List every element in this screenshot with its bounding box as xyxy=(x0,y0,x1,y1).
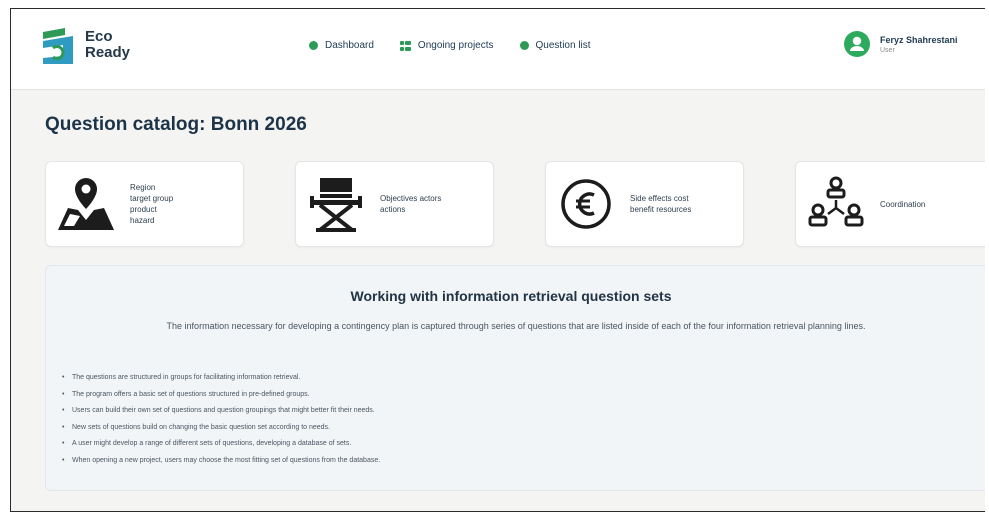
logo-text: Eco Ready xyxy=(85,29,130,61)
category-label: Region target group product hazard xyxy=(130,182,173,226)
main-nav: Dashboard Ongoing projects Question list xyxy=(309,40,591,51)
category-line: actions xyxy=(380,205,406,214)
category-line: benefit resources xyxy=(630,205,692,214)
info-panel: Working with information retrieval quest… xyxy=(45,265,985,491)
nav-label: Ongoing projects xyxy=(417,40,494,51)
top-header: Eco Ready Dashboard Ongoing projects Que… xyxy=(11,9,985,90)
user-name: Feryz Shahrestani xyxy=(880,34,958,45)
list-item: New sets of questions build on changing … xyxy=(60,420,380,437)
info-title: Working with information retrieval quest… xyxy=(350,288,672,304)
category-line: Region xyxy=(130,183,156,192)
eco-ready-logo-icon xyxy=(43,28,73,64)
category-label: Side effects cost benefit resources xyxy=(630,193,691,215)
location-map-icon xyxy=(58,178,114,230)
list-item: Users can build their own set of questio… xyxy=(60,403,380,420)
logo-line-ready: Ready xyxy=(85,44,131,61)
dot-icon xyxy=(309,41,318,50)
page-title: Question catalog: Bonn 2026 xyxy=(45,114,307,135)
user-avatar-icon xyxy=(844,31,870,57)
nav-dashboard[interactable]: Dashboard xyxy=(309,40,374,51)
list-item: When opening a new project, users may ch… xyxy=(60,453,380,470)
nav-label: Question list xyxy=(535,40,591,51)
category-line: target group xyxy=(130,194,174,203)
list-item: The questions are structured in groups f… xyxy=(60,370,380,387)
logo-line-eco: Eco xyxy=(85,28,113,45)
category-label: Objectives actors actions xyxy=(380,193,441,215)
category-card-side-effects[interactable]: Side effects cost benefit resources xyxy=(545,161,744,247)
category-line: Coordination xyxy=(880,199,926,209)
list-item: The program offers a basic set of questi… xyxy=(60,387,380,404)
nav-question-list[interactable]: Question list xyxy=(519,40,591,51)
category-card-region[interactable]: Region target group product hazard xyxy=(45,161,244,247)
app-logo[interactable]: Eco Ready xyxy=(39,23,159,71)
grid-icon xyxy=(399,40,411,51)
list-item: A user might develop a range of differen… xyxy=(60,436,380,453)
category-line: Objectives actors xyxy=(380,194,442,203)
nav-label: Dashboard xyxy=(325,40,374,51)
app-window: Eco Ready Dashboard Ongoing projects Que… xyxy=(10,8,985,512)
directors-chair-icon xyxy=(310,178,362,232)
nav-ongoing-projects[interactable]: Ongoing projects xyxy=(399,40,494,51)
user-menu[interactable]: Feryz Shahrestani User xyxy=(844,31,958,57)
info-bullet-list: The questions are structured in groups f… xyxy=(60,370,380,469)
people-network-icon xyxy=(808,176,864,227)
euro-coin-icon xyxy=(561,179,611,229)
category-label: Coordination xyxy=(880,199,925,210)
category-line: Side effects cost xyxy=(630,194,689,203)
dot-icon xyxy=(519,41,529,50)
info-intro: The information necessary for developing… xyxy=(166,321,866,331)
category-line: product xyxy=(130,205,157,214)
user-role: User xyxy=(880,46,895,54)
category-card-coordination[interactable]: Coordination xyxy=(795,161,985,247)
category-line: hazard xyxy=(130,216,155,225)
category-card-objectives[interactable]: Objectives actors actions xyxy=(295,161,494,247)
